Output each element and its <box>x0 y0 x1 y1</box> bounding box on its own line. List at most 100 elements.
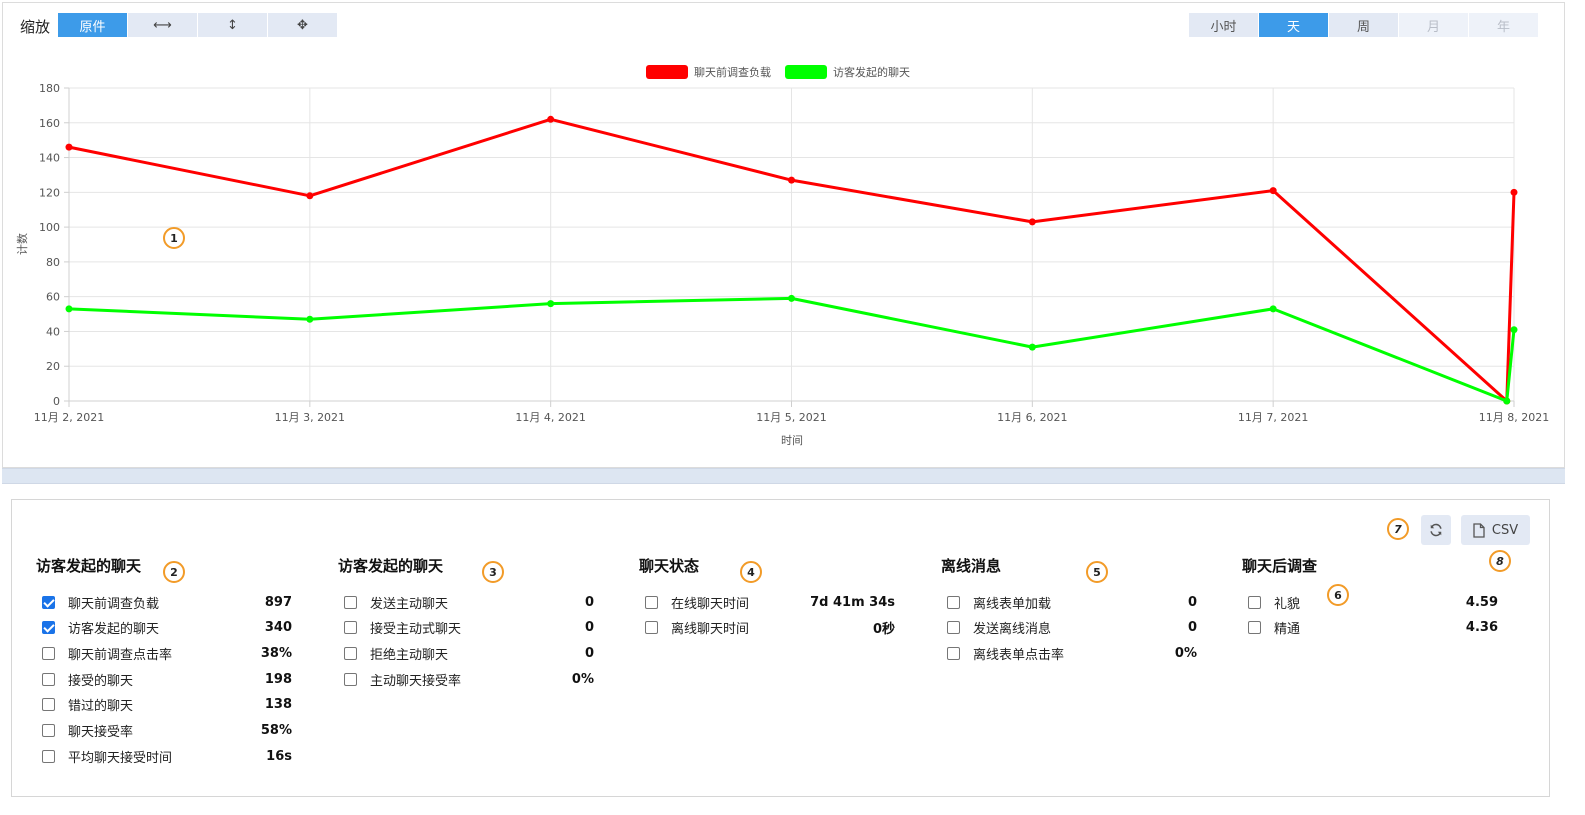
stat-row[interactable]: 平均聊天接受时间 16s <box>42 746 292 766</box>
csv-label: CSV <box>1491 522 1519 538</box>
stat-row[interactable]: 聊天接受率 58% <box>42 721 292 741</box>
stat-checkbox[interactable] <box>344 621 357 635</box>
y-tick-label: 120 <box>39 186 60 199</box>
stat-checkbox[interactable] <box>645 621 658 635</box>
stat-label: 接受主动式聊天 <box>370 622 462 638</box>
stat-row[interactable]: 发送离线消息 0 <box>947 618 1197 638</box>
y-axis-label: 计数 <box>16 233 29 255</box>
stat-row[interactable]: 主动聊天接受率 0% <box>344 669 594 689</box>
stat-checkbox[interactable] <box>42 672 55 686</box>
data-point <box>65 305 73 313</box>
section-title: 离线消息 <box>941 557 1002 575</box>
stats-column-post-chat-survey: 聊天后调查 <box>1242 555 1317 577</box>
data-point <box>1503 397 1511 405</box>
stat-value: 0 <box>584 645 594 661</box>
stat-row[interactable]: 精通 4.36 <box>1248 618 1498 638</box>
y-tick-label: 20 <box>46 360 60 373</box>
stat-label: 离线表单加载 <box>973 596 1052 612</box>
stat-checkbox[interactable] <box>42 646 55 660</box>
stat-checkbox[interactable] <box>42 698 55 712</box>
data-point <box>1028 218 1036 226</box>
stat-label: 接受的聊天 <box>68 673 134 689</box>
stat-label: 精通 <box>1274 622 1301 638</box>
stat-row[interactable]: 在线聊天时间 7d 41m 34s <box>645 592 895 612</box>
stat-row[interactable]: 访客发起的聊天 340 <box>42 618 292 638</box>
x-tick-label: 11月 4, 2021 <box>515 411 585 424</box>
stat-value: 38% <box>260 645 292 661</box>
stat-label: 聊天接受率 <box>68 725 134 740</box>
y-tick-label: 60 <box>46 291 60 304</box>
stat-checkbox[interactable] <box>42 724 55 737</box>
stat-row[interactable]: 错过的聊天 138 <box>42 695 292 715</box>
stat-checkbox[interactable] <box>1248 621 1261 635</box>
stat-row[interactable]: 礼貌 4.59 <box>1248 592 1498 612</box>
section-divider <box>2 468 1565 484</box>
annotation-badge-4: 4 <box>740 561 762 583</box>
legend-swatch <box>646 65 688 79</box>
stat-label: 礼貌 <box>1274 596 1301 612</box>
stat-value: 0 <box>584 620 594 636</box>
stat-row[interactable]: 拒绝主动聊天 0 <box>344 643 594 663</box>
stat-label: 主动聊天接受率 <box>370 673 462 689</box>
x-tick-label: 11月 6, 2021 <box>997 411 1067 424</box>
section-title: 访客发起的聊天 <box>338 557 444 575</box>
stat-value: 58% <box>260 723 292 738</box>
x-axis-ticks: 11月 2, 2021 11月 3, 2021 11月 4, 2021 11月 5, … <box>34 411 1549 424</box>
stat-row[interactable]: 发送主动聊天 0 <box>344 592 594 612</box>
stat-checkbox[interactable] <box>645 595 658 609</box>
y-tick-label: 140 <box>39 152 60 165</box>
stats-column-visitor-chats: 访客发起的聊天 <box>36 555 141 577</box>
stat-checkbox[interactable] <box>344 595 357 609</box>
refresh-button[interactable] <box>1421 515 1451 545</box>
data-point <box>547 115 555 123</box>
stats-column-proactive-chats: 访客发起的聊天 <box>338 555 443 577</box>
x-tick-label: 11月 2, 2021 <box>34 411 104 424</box>
stat-checkbox[interactable] <box>947 646 960 660</box>
legend-label[interactable]: 聊天前调查负载 <box>694 65 771 79</box>
stat-row[interactable]: 接受的聊天 198 <box>42 669 292 689</box>
legend-swatch <box>785 65 827 79</box>
stat-row[interactable]: 接受主动式聊天 0 <box>344 618 594 638</box>
stat-checkbox[interactable] <box>344 646 357 660</box>
stat-label: 离线表单点击率 <box>973 647 1065 663</box>
stat-checkbox[interactable] <box>344 672 357 686</box>
stat-label: 聊天前调查负载 <box>68 596 160 612</box>
y-tick-label: 40 <box>46 325 60 338</box>
csv-export-button[interactable]: CSV <box>1461 515 1530 545</box>
stat-value: 0% <box>571 671 594 687</box>
refresh-icon <box>1430 523 1442 537</box>
stat-row[interactable]: 聊天前调查点击率 38% <box>42 643 292 663</box>
stat-label: 离线聊天时间 <box>671 622 750 638</box>
annotation-badge-7: 7 <box>1387 518 1409 540</box>
stat-row[interactable]: 离线聊天时间 0秒 <box>645 618 895 638</box>
stat-value: 4.36 <box>1465 620 1498 636</box>
data-point <box>1269 187 1277 195</box>
stat-checkbox[interactable] <box>42 749 55 763</box>
stat-checkbox[interactable] <box>947 595 960 609</box>
stat-row[interactable]: 离线表单点击率 0% <box>947 643 1197 663</box>
annotation-badge-8: 8 <box>1489 550 1511 572</box>
stat-checkbox[interactable] <box>42 595 55 609</box>
stat-value: 198 <box>264 671 292 687</box>
annotation-badge-5: 5 <box>1086 561 1108 583</box>
x-axis-label: 时间 <box>781 434 803 447</box>
stat-value: 340 <box>264 620 292 636</box>
stat-checkbox[interactable] <box>1248 595 1261 609</box>
section-title: 聊天状态 <box>639 557 700 575</box>
stat-label: 聊天前调查点击率 <box>68 647 173 663</box>
data-point <box>306 315 314 323</box>
stat-checkbox[interactable] <box>42 621 55 635</box>
stat-value: 0 <box>1187 620 1197 636</box>
legend-label[interactable]: 访客发起的聊天 <box>833 65 910 79</box>
data-point <box>1028 343 1036 351</box>
data-point <box>306 192 314 200</box>
data-point <box>1510 188 1518 196</box>
data-point <box>547 300 555 308</box>
y-tick-label: 100 <box>39 221 60 234</box>
stat-checkbox[interactable] <box>947 621 960 635</box>
stats-column-offline-messages: 离线消息 <box>941 555 1001 577</box>
stat-row[interactable]: 聊天前调查负载 897 <box>42 592 292 612</box>
stat-row[interactable]: 离线表单加载 0 <box>947 592 1197 612</box>
line-chart: 020406080100120140160180 11月 2, 2021 11月 … <box>16 65 1549 447</box>
y-tick-label: 180 <box>39 82 60 95</box>
